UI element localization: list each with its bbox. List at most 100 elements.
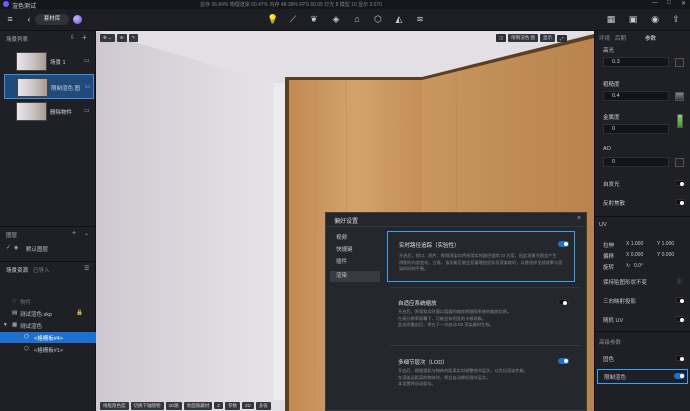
group-icon: ▦ [12, 322, 18, 328]
emissive-toggle[interactable] [675, 180, 686, 186]
tab-environment[interactable]: 环境 [599, 34, 610, 42]
tree-row[interactable]: ◇ 物件 [0, 296, 96, 307]
offset-x-value[interactable]: X 0.000 [626, 252, 643, 258]
eye-icon[interactable]: ◉ [14, 245, 18, 251]
maximize-button[interactable]: □ [667, 0, 671, 6]
camera-icon[interactable]: ◉ [648, 14, 662, 25]
photo-icon[interactable]: ▣ [626, 14, 640, 25]
view-mode-icon[interactable]: ◫ [496, 34, 507, 42]
menu-icon[interactable]: ≡ [3, 14, 17, 24]
nav-video[interactable]: 视频 [330, 233, 380, 244]
light-icon[interactable]: 💡 [266, 14, 280, 25]
fixed-color-toggle[interactable] [675, 355, 686, 361]
lod-toggle[interactable] [558, 358, 569, 364]
tree-row[interactable]: ⬡ <格栅板#1> [0, 344, 96, 355]
caustics-toggle[interactable] [675, 199, 686, 205]
gizmo-button[interactable]: ✥ ⌄ [100, 34, 115, 42]
specular-input[interactable]: 0.3 [603, 57, 669, 67]
tree-row-selected[interactable]: ⬡ <格栅板#4> [0, 332, 96, 343]
snap-button[interactable]: ⊕ [116, 34, 127, 42]
realtime-pathtracing-toggle[interactable] [558, 241, 569, 247]
desc-line: 开启后，视口、图片、视频渲染均将采用实时路径追踪 GI 方案，因此场景光照会产生 [399, 253, 557, 258]
fill-icon[interactable]: ◈ [329, 14, 343, 25]
app-logo-icon [3, 1, 9, 7]
close-window-button[interactable]: ✕ [681, 0, 686, 7]
expand-arrow-icon[interactable]: ▾ [4, 322, 7, 328]
export-icon[interactable]: ⇪ [669, 14, 683, 25]
back-icon[interactable]: ‹ [22, 14, 36, 24]
scene-name-chip[interactable]: 限制渲色 图 [508, 34, 539, 42]
add-layer-icon[interactable]: + [72, 230, 76, 237]
magic-wand-icon[interactable]: ⟋ [286, 14, 300, 25]
camera-icon[interactable]: ▭ [84, 57, 90, 64]
map-slot[interactable] [675, 58, 684, 67]
lock-icon[interactable]: 🔒 [76, 310, 83, 316]
display-chip[interactable]: 显示 [540, 34, 556, 42]
tab-scene-assets[interactable]: 场景资源 [6, 266, 28, 274]
lamp-icon[interactable]: ⌂ [350, 14, 364, 24]
scene-item[interactable]: 场景 1 ▭ [4, 49, 94, 74]
viewport-chip[interactable]: 2D [242, 402, 254, 409]
viewport-chip[interactable]: 3D路 [165, 401, 182, 410]
triplanar-toggle[interactable] [675, 297, 686, 303]
wave-icon[interactable]: ≋ [413, 14, 427, 25]
adaptive-scaling-toggle[interactable] [558, 299, 569, 305]
tree-row[interactable]: ▾ ▦ 测试渲色 [0, 320, 96, 331]
rotate-value[interactable]: 0.0° [634, 263, 643, 269]
limit-color-toggle[interactable] [674, 373, 685, 379]
viewport-chip[interactable]: 切换下轴随物 [130, 401, 164, 410]
ao-input[interactable]: 0 [603, 157, 669, 167]
shapes-icon[interactable]: ⬡ [371, 14, 385, 25]
random-uv-toggle[interactable] [675, 316, 686, 322]
ao-label: AO [603, 146, 611, 152]
chevron-down-icon[interactable]: ⌄ [84, 230, 89, 237]
leaf-icon[interactable]: ❦ [307, 14, 321, 25]
brush-button[interactable]: ✎ [128, 34, 139, 42]
scene-item-active[interactable]: 限制渲色 图 ▭ [4, 74, 94, 99]
nav-render[interactable]: 渲染 [330, 271, 380, 282]
camera-effect-icon[interactable]: ◭ [392, 14, 406, 25]
tab-post[interactable]: 后期 [615, 34, 626, 42]
camera-icon[interactable]: ▭ [84, 107, 90, 114]
metallic-input[interactable]: 0 [603, 124, 669, 134]
desc-line: 此选项重启后，将在下一次启动 D5 渲染器时生效。 [398, 322, 494, 327]
viewport-chip[interactable]: 地面隐藏材 [183, 401, 213, 410]
tab-params[interactable]: 参数 [645, 34, 656, 42]
option-title: 自适应系统缩放 [398, 301, 437, 307]
offset-y-value[interactable]: Y 0.000 [657, 252, 674, 258]
nav-shortcuts[interactable]: 快捷键 [330, 245, 380, 256]
material-library-button[interactable]: 套材库 [35, 14, 69, 25]
ai-assistant-icon[interactable] [73, 15, 82, 24]
grid-icon[interactable]: ▦ [604, 14, 618, 25]
expand-icon[interactable]: ⤢ [557, 34, 567, 42]
tree-row[interactable]: ▤ 测试渲色.skp 🔒 [0, 308, 96, 319]
option-description: 开启后，界面和实时窗口容器的缩放将跟随系统的缩放比例。 在高分辨率屏幕下，可能会… [398, 309, 570, 329]
filter-icon[interactable]: ☰ [84, 265, 89, 272]
metallic-slider-handle[interactable] [677, 114, 683, 128]
import-icon[interactable]: ⇩ [70, 34, 75, 41]
viewport-chip[interactable]: Z [214, 402, 224, 409]
scene-label: 删除物件 [50, 110, 73, 116]
minimize-button[interactable]: — [652, 0, 658, 6]
tree-label: <格栅板#4> [34, 336, 64, 342]
roughness-input[interactable]: 0.4 [603, 91, 669, 101]
help-icon[interactable]: ⓘ [677, 278, 682, 285]
map-slot[interactable] [675, 92, 684, 101]
viewport-chip[interactable]: 多张 [255, 401, 271, 410]
camera-icon[interactable]: ▭ [85, 83, 91, 90]
nav-plugins[interactable]: 插件 [330, 257, 380, 268]
emissive-row: 自发光 [595, 177, 690, 189]
scale-x-value[interactable]: X 1.000 [626, 241, 643, 247]
add-scene-icon[interactable]: + [82, 33, 87, 42]
map-slot[interactable] [675, 158, 684, 167]
close-dialog-button[interactable]: × [577, 215, 581, 222]
viewport-chip[interactable]: 参数 [225, 401, 241, 410]
viewport-chip[interactable]: 线框隐色度 [100, 401, 129, 410]
scale-y-value[interactable]: Y 1.000 [657, 241, 674, 247]
fixed-color-row: 固色 [595, 352, 690, 364]
performance-stats: 显存 36.84% 物理渲染 60.47% 内存 48.39% FPS 60.0… [200, 2, 383, 8]
tree-label: 物件 [20, 300, 32, 306]
tab-imported[interactable]: 已导入 [33, 266, 50, 274]
viewport-top-right: ◫ 限制渲色 图 显示 ⤢ [496, 34, 569, 42]
scene-item[interactable]: 删除物件 ▭ [4, 99, 94, 124]
